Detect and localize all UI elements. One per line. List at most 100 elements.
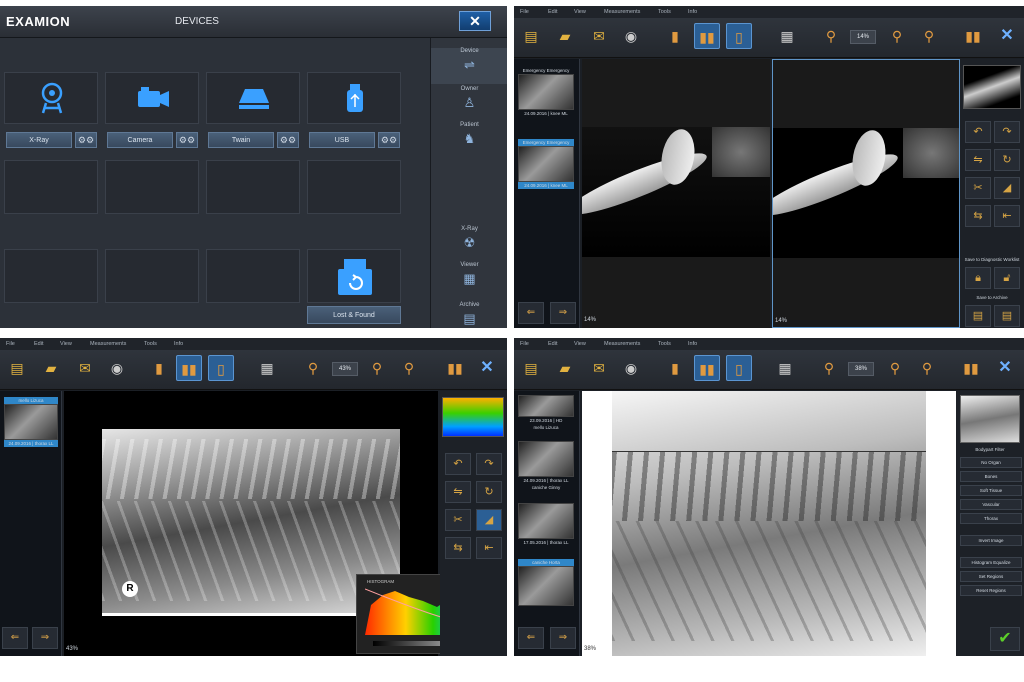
zoom-in-icon[interactable]: ⚲ xyxy=(884,23,910,49)
levels-icon[interactable]: ◢ xyxy=(994,177,1020,199)
close-button[interactable]: ✕ xyxy=(992,356,1018,382)
cd-icon[interactable]: ◉ xyxy=(104,355,130,381)
lock-icon[interactable]: 🔒︎ xyxy=(965,267,991,289)
invert-image-button[interactable]: Invert Image xyxy=(960,535,1022,546)
camera-settings-button[interactable]: ⚙⚙ xyxy=(176,132,198,148)
zoom-fit-icon[interactable]: ⚲ xyxy=(916,23,942,49)
mail-icon[interactable]: ✉ xyxy=(586,355,612,381)
grid-icon[interactable]: ▦ xyxy=(772,355,798,381)
layout-quad-icon[interactable]: ▯ xyxy=(726,23,752,49)
open-folder-icon[interactable]: ▰ xyxy=(552,23,578,49)
print-icon[interactable]: ▤ xyxy=(518,23,544,49)
lost-found-button[interactable]: Lost & Found xyxy=(307,306,401,324)
usb-device-button[interactable]: USB xyxy=(309,132,375,148)
twain-settings-button[interactable]: ⚙⚙ xyxy=(277,132,299,148)
next-button[interactable]: ⇒ xyxy=(550,302,576,324)
crop-icon[interactable]: ✂ xyxy=(445,509,471,531)
layout-single-icon[interactable]: ▮ xyxy=(662,23,688,49)
mail-icon[interactable]: ✉ xyxy=(586,23,612,49)
lost-found-tile[interactable] xyxy=(307,249,401,303)
close-button[interactable]: ✕ xyxy=(994,24,1020,50)
previous-button[interactable]: ⇐ xyxy=(2,627,28,649)
nav-owner[interactable]: Owner ♙ xyxy=(431,86,507,118)
archive-save-icon[interactable]: ▤ xyxy=(965,305,991,327)
device-tile-usb[interactable] xyxy=(307,72,401,124)
menu-measurements[interactable]: Measurements xyxy=(604,341,640,347)
rotate-right-icon[interactable]: ↷ xyxy=(476,453,502,475)
nav-device[interactable]: Device ⇌ xyxy=(431,48,507,84)
rotate-left-icon[interactable]: ↶ xyxy=(965,121,991,143)
zoom-level[interactable]: 38% xyxy=(848,362,874,376)
rotate-icon[interactable]: ↻ xyxy=(994,149,1020,171)
rotate-icon[interactable]: ↻ xyxy=(476,481,502,503)
layout-double-icon[interactable]: ▮▮ xyxy=(694,23,720,49)
list-item[interactable]: 24.09.2016 | thorax LL caniche Ginny xyxy=(518,441,574,491)
image-viewport-left[interactable]: 14% xyxy=(582,59,770,328)
device-tile-camera[interactable] xyxy=(105,72,199,124)
compare-icon[interactable]: ▮▮ xyxy=(960,23,986,49)
menu-file[interactable]: File xyxy=(520,9,529,15)
zoom-out-icon[interactable]: ⚲ xyxy=(816,355,842,381)
layout-double-icon[interactable]: ▮▮ xyxy=(694,355,720,381)
filter-no-organ[interactable]: No Organ xyxy=(960,457,1022,468)
zoom-in-icon[interactable]: ⚲ xyxy=(882,355,908,381)
menu-measurements[interactable]: Measurements xyxy=(90,341,126,347)
move-icon[interactable]: ⇆ xyxy=(965,205,991,227)
menu-view[interactable]: View xyxy=(60,341,72,347)
confirm-button[interactable]: ✔ xyxy=(990,627,1020,651)
zoom-fit-icon[interactable]: ⚲ xyxy=(396,355,422,381)
next-button[interactable]: ⇒ xyxy=(32,627,58,649)
list-item-selected[interactable]: mello Lizuca 24.09.2016 | thorax LL xyxy=(4,397,58,447)
layout-quad-icon[interactable]: ▯ xyxy=(726,355,752,381)
layout-quad-icon[interactable]: ▯ xyxy=(208,355,234,381)
grid-icon[interactable]: ▦ xyxy=(774,23,800,49)
menu-view[interactable]: View xyxy=(574,341,586,347)
previous-button[interactable]: ⇐ xyxy=(518,302,544,324)
image-viewport[interactable]: 38% xyxy=(582,391,956,656)
device-tile-xray[interactable] xyxy=(4,72,98,124)
histogram-equalize-button[interactable]: Histogram Equalize xyxy=(960,557,1022,568)
print-icon[interactable]: ▤ xyxy=(518,355,544,381)
unlock-icon[interactable]: 🔓︎ xyxy=(994,267,1020,289)
menu-edit[interactable]: Edit xyxy=(548,341,557,347)
menu-file[interactable]: File xyxy=(6,341,15,347)
layout-single-icon[interactable]: ▮ xyxy=(146,355,172,381)
set-regions-button[interactable]: Set Regions xyxy=(960,571,1022,582)
reset-icon[interactable]: ⇤ xyxy=(476,537,502,559)
archive-lock-icon[interactable]: ▤ xyxy=(994,305,1020,327)
menu-edit[interactable]: Edit xyxy=(548,9,557,15)
zoom-fit-icon[interactable]: ⚲ xyxy=(914,355,940,381)
xray-settings-button[interactable]: ⚙⚙ xyxy=(75,132,97,148)
menu-edit[interactable]: Edit xyxy=(34,341,43,347)
print-icon[interactable]: ▤ xyxy=(4,355,30,381)
next-button[interactable]: ⇒ xyxy=(550,627,576,649)
zoom-level[interactable]: 43% xyxy=(332,362,358,376)
compare-icon[interactable]: ▮▮ xyxy=(958,355,984,381)
mail-icon[interactable]: ✉ xyxy=(72,355,98,381)
move-icon[interactable]: ⇆ xyxy=(445,537,471,559)
list-item-selected[interactable]: Emergency Emergency 24.09.2016 | knee ML xyxy=(518,139,574,189)
crop-icon[interactable]: ✂ xyxy=(965,177,991,199)
flip-icon[interactable]: ⇋ xyxy=(445,481,471,503)
list-item[interactable]: Emergency Emergency 24.09.2016 | knee ML xyxy=(518,67,574,117)
menu-info[interactable]: Info xyxy=(688,341,697,347)
nav-xray[interactable]: X-Ray ☢ xyxy=(431,226,507,258)
filter-soft-tissue[interactable]: Soft Tissue xyxy=(960,485,1022,496)
layout-single-icon[interactable]: ▮ xyxy=(662,355,688,381)
filter-vascular[interactable]: Vascular xyxy=(960,499,1022,510)
menu-view[interactable]: View xyxy=(574,9,586,15)
open-folder-icon[interactable]: ▰ xyxy=(552,355,578,381)
list-item-selected[interactable]: caniche Horta xyxy=(518,559,574,606)
image-viewport-right[interactable]: 14% xyxy=(772,59,960,328)
device-tile-twain[interactable] xyxy=(206,72,300,124)
nav-viewer[interactable]: Viewer ▦ xyxy=(431,262,507,294)
menu-tools[interactable]: Tools xyxy=(658,9,671,15)
layout-double-icon[interactable]: ▮▮ xyxy=(176,355,202,381)
zoom-out-icon[interactable]: ⚲ xyxy=(818,23,844,49)
camera-device-button[interactable]: Camera xyxy=(107,132,173,148)
usb-settings-button[interactable]: ⚙⚙ xyxy=(378,132,400,148)
open-folder-icon[interactable]: ▰ xyxy=(38,355,64,381)
list-item[interactable]: 17.05.2016 | thorax LL xyxy=(518,503,574,546)
menu-measurements[interactable]: Measurements xyxy=(604,9,640,15)
zoom-out-icon[interactable]: ⚲ xyxy=(300,355,326,381)
